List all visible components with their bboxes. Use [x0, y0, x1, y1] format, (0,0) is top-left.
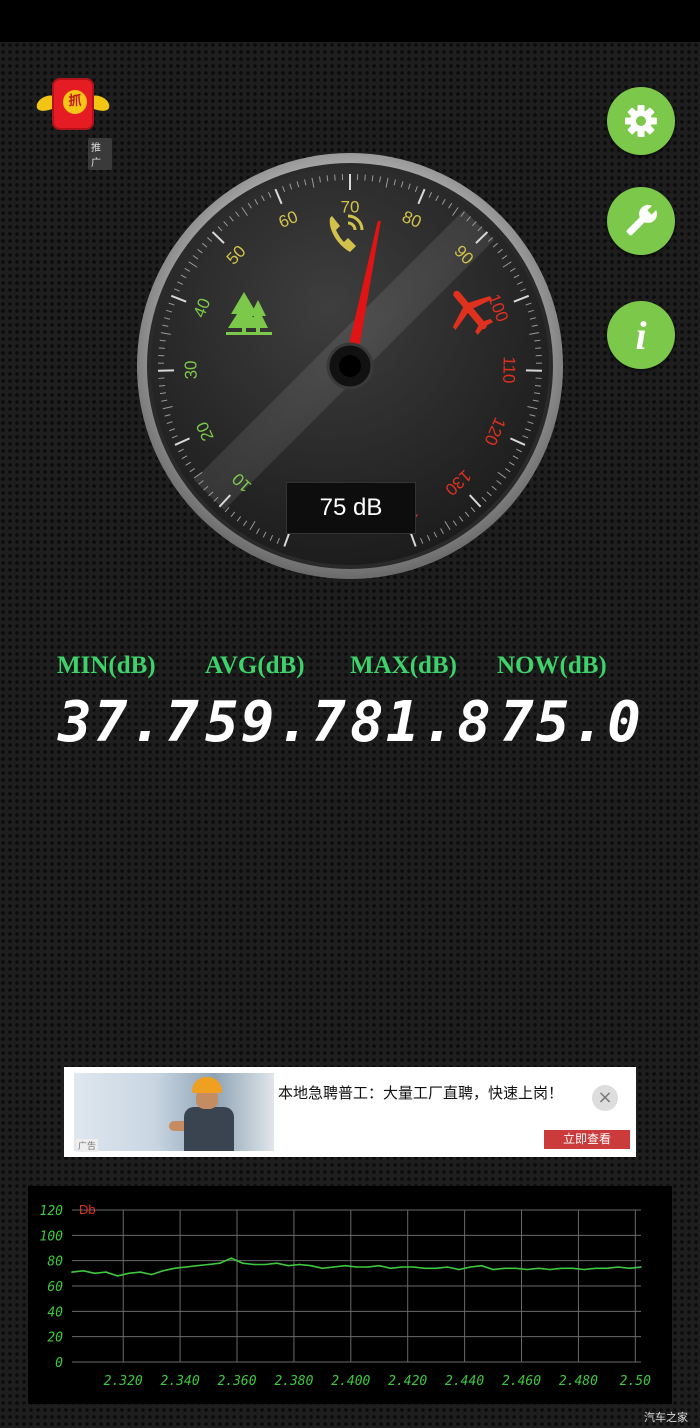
- chart-x-tick-label: 2.340: [161, 1374, 200, 1389]
- now-label: NOW(dB): [497, 652, 607, 679]
- chart-y-tick-label: 120: [40, 1204, 64, 1219]
- gauge-tick-label: 30: [181, 360, 200, 379]
- ad-tag: 广告: [76, 1139, 99, 1152]
- chart-x-tick-label: 2.460: [502, 1374, 541, 1389]
- gauge-tick-label: 70: [341, 197, 360, 216]
- chart-y-label: Db: [79, 1202, 96, 1217]
- min-label: MIN(dB): [57, 652, 156, 679]
- chart-x-tick-label: 2.440: [445, 1374, 484, 1389]
- chart-y-tick-label: 100: [40, 1229, 64, 1244]
- gauge-minor-tick: [158, 347, 165, 349]
- status-bar: [0, 0, 700, 42]
- gauge-minor-tick: [158, 384, 166, 387]
- chart-y-tick-label: 60: [47, 1280, 63, 1295]
- chart-y-tick-label: 80: [47, 1255, 63, 1270]
- min-value: 37.7: [58, 690, 201, 755]
- tools-button[interactable]: [607, 187, 675, 255]
- ad-close-button[interactable]: ×: [592, 1085, 618, 1111]
- avg-value: 59.7: [205, 690, 348, 755]
- promo-badge[interactable]: 抓 推广: [34, 76, 112, 170]
- chart-x-tick-label: 2.400: [331, 1374, 370, 1389]
- gauge-minor-tick: [535, 347, 542, 349]
- info-button[interactable]: i: [607, 301, 675, 369]
- now-value: 75.0: [500, 690, 643, 755]
- gauge-readout: 75 dB: [286, 482, 416, 534]
- ad-photo: [74, 1073, 274, 1151]
- chart-y-tick-label: 40: [47, 1305, 63, 1320]
- chart-x-tick-label: 2.420: [388, 1374, 427, 1389]
- info-icon: i: [635, 313, 646, 358]
- gauge-minor-tick: [371, 175, 374, 182]
- chart-y-tick-label: 0: [55, 1356, 63, 1371]
- ad-cta-button[interactable]: 立即查看: [544, 1130, 630, 1149]
- promo-coin: 抓: [63, 90, 87, 114]
- gauge-minor-tick: [326, 175, 329, 182]
- needle-hub-center: [339, 355, 361, 377]
- chart-x-tick-label: 2.320: [104, 1374, 143, 1389]
- promo-tag: 推广: [88, 138, 112, 170]
- chart-x-tick-label: 2.380: [274, 1374, 313, 1389]
- chart-x-tick-label: 2.480: [559, 1374, 598, 1389]
- settings-button[interactable]: [607, 87, 675, 155]
- svg-text:i: i: [635, 313, 646, 358]
- wrench-icon: [626, 203, 659, 236]
- ad-banner[interactable]: 广告 本地急聘普工：大量工厂直聘，快速上岗！ × 立即查看: [64, 1067, 636, 1157]
- max-value: 81.8: [350, 690, 493, 755]
- gear-icon: [625, 105, 657, 137]
- chart-x-tick-label: 2.360: [217, 1374, 256, 1389]
- ad-headline: 本地急聘普工：大量工厂直聘，快速上岗！: [278, 1084, 564, 1102]
- avg-label: AVG(dB): [205, 652, 305, 679]
- gauge-minor-tick: [534, 384, 542, 387]
- history-chart: 120 100 80 60 40 20 0 2.320 2.340 2.360 2.380 2.40…: [28, 1186, 672, 1404]
- max-label: MAX(dB): [350, 652, 457, 679]
- gauge-tick-label: 110: [499, 356, 519, 384]
- chart-x-tick-label: 2.50: [620, 1374, 651, 1389]
- chart-y-tick-label: 20: [47, 1331, 63, 1346]
- chart-background: [28, 1186, 672, 1404]
- watermark: 汽车之家: [644, 1411, 688, 1424]
